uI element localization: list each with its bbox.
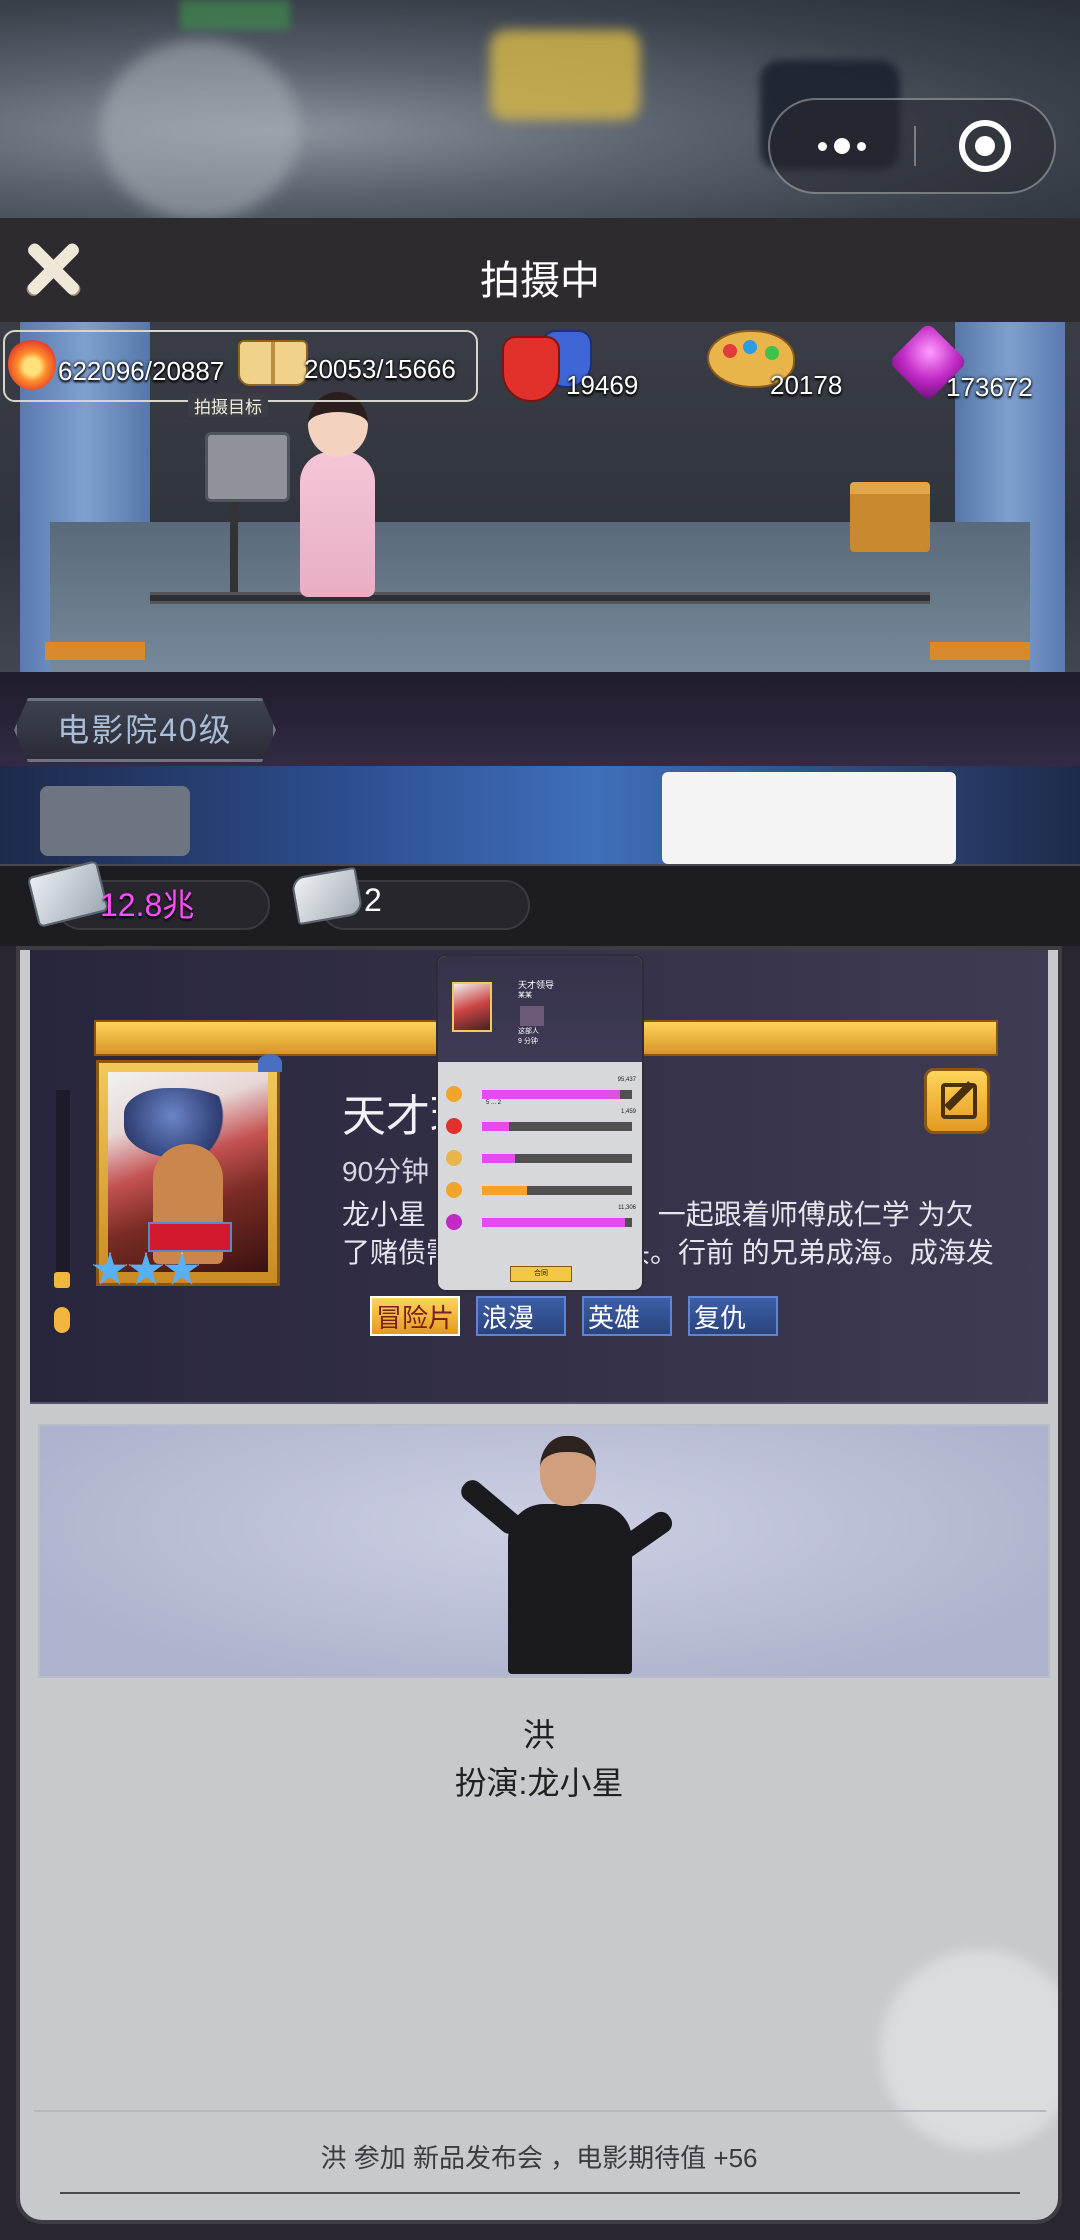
money-value: 12.8兆 [100,887,195,923]
exit-miniprogram-icon[interactable] [916,120,1054,172]
mini-actor-thumb [520,1006,544,1026]
mini-stat-bar [482,1186,632,1195]
star-icon [164,1252,200,1285]
palette-value: 20178 [770,370,843,400]
shooting-goal-label: 拍摄目标 [188,393,268,417]
mini-stat-value: 11,306 [618,1205,636,1211]
mini-poster-thumb [452,982,492,1032]
genre-tag[interactable]: 英雄 [582,1296,672,1336]
mini-film-popup[interactable]: 天才领导 某某 这部人 9 分钟 5 ... 2 95,437 1,459 11,30… [436,954,644,1292]
mini-stat-bar-fill [482,1186,527,1195]
mini-stat-label: 5 ... 2 [486,1100,502,1106]
miniprogram-capsule [768,98,1056,194]
genre-tag[interactable]: 浪漫 [476,1296,566,1336]
mini-stat-row [446,1150,638,1170]
mini-stat-icon [446,1086,462,1102]
mini-stat-bar-fill [482,1122,509,1131]
mini-stat-row: 5 ... 2 95,437 [446,1077,638,1106]
edit-button[interactable] [924,1068,990,1134]
mini-stat-row [446,1182,638,1202]
film-camera-icon [175,422,305,592]
mini-popup-sub3: 9 分钟 [518,1038,538,1045]
mini-stat-icon [446,1182,462,1198]
more-options-icon[interactable] [770,138,914,154]
character-role: 扮演:龙小星 [454,1765,624,1801]
mini-stat-value: 1,459 [620,1109,636,1115]
poster-badge-icon [258,1054,282,1072]
explosion-icon [8,338,56,390]
film-poster[interactable] [108,1072,268,1272]
mini-stat-row: 1,459 [446,1109,638,1138]
actress-avatar [290,392,385,597]
cinema-level-text: 电影院40级 [57,712,233,748]
page-title: 拍摄中 [480,259,600,303]
book-icon [238,340,308,386]
star-icon [92,1252,128,1285]
mini-stat-bar [482,1218,632,1227]
mini-stat-bar-fill [482,1090,620,1099]
camera-rail [150,592,930,604]
mini-popup-button[interactable]: 合同 [510,1266,572,1282]
mini-stat-bar [482,1090,632,1099]
masks-value: 19469 [566,370,639,400]
mini-stat-bar [482,1154,632,1163]
mini-stat-bar-fill [482,1154,515,1163]
footer-divider [34,2110,1046,2112]
mini-stat-row: 11,306 [446,1205,638,1234]
character-name: 洪 [522,1717,555,1753]
title-bar: 拍摄中 [0,218,1080,322]
actor-figure[interactable] [456,1426,676,1676]
gem-value: 173672 [946,372,1033,402]
film-duration: 90分钟 [342,1156,430,1187]
event-message: 洪 参加 新品发布会 ，电影期待值 +56 [320,2143,758,2173]
bench-prop [850,482,930,552]
genre-tags: 冒险片 浪漫 英雄 复仇 [370,1296,778,1336]
mini-stat-icon [446,1150,462,1166]
mini-stat-bar [482,1122,632,1131]
genre-tag[interactable]: 复仇 [688,1296,778,1336]
scripts-value: 2 [364,882,382,918]
star-icon [128,1252,164,1285]
film-rating [92,1252,200,1288]
mini-popup-sub2: 这部人 [518,1028,539,1035]
mini-popup-sub1: 某某 [518,992,532,999]
footer-bottom-line [60,2192,1020,2194]
book-value: 20053/15666 [304,354,456,384]
mini-popup-header: 天才领导 某某 这部人 9 分钟 [438,956,642,1062]
genre-tag[interactable]: 冒险片 [370,1296,460,1336]
side-scrollbar[interactable] [56,1090,70,1280]
game-screen: 拍摄中 拍摄目标 622096/20887 20053/15666 19469 … [0,0,1080,2240]
mini-stat-icon [446,1118,462,1134]
cinema-preview-strip [0,766,1080,864]
mini-stat-value: 95,437 [617,1077,636,1083]
edit-icon [941,1083,977,1119]
mini-stat-icon [446,1214,462,1230]
progress-value: 622096/20887 [58,356,225,386]
mini-stat-bar-fill [482,1218,625,1227]
